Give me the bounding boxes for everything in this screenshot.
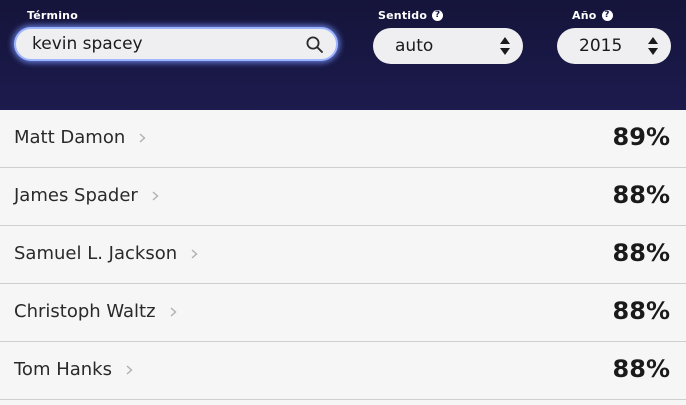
chevron-right-icon [170,306,177,317]
help-icon[interactable]: ? [601,10,613,21]
similarity-score: 88% [612,355,670,383]
result-row[interactable]: Tom Hanks 88% [0,342,686,400]
search-header: Término Sentido ? auto Año ? 2015 [0,0,686,110]
result-row[interactable]: James Spader 88% [0,168,686,226]
chevron-right-icon [191,248,198,259]
search-input[interactable] [16,29,302,59]
year-label: Año ? [572,9,613,22]
direction-select[interactable]: auto [373,28,523,64]
search-box[interactable] [14,27,338,61]
help-icon[interactable]: ? [432,10,444,21]
year-select-value: 2015 [579,36,623,56]
actor-name: Tom Hanks [14,359,112,380]
year-select[interactable]: 2015 [557,28,671,64]
actor-name: Samuel L. Jackson [14,243,178,264]
chevron-right-icon [152,190,159,201]
direction-label: Sentido ? [378,9,444,22]
result-row[interactable]: Matt Damon 89% [0,110,686,168]
results-list: Matt Damon 89% James Spader 88% Samuel L… [0,110,686,400]
result-row[interactable]: Christoph Waltz 88% [0,284,686,342]
similarity-score: 88% [612,297,670,325]
similarity-score: 88% [612,239,670,267]
direction-select-value: auto [395,36,434,56]
up-down-arrows-icon [500,37,510,55]
similarity-score: 89% [612,123,670,151]
similarity-score: 88% [612,181,670,209]
search-icon[interactable] [305,35,325,55]
chevron-right-icon [139,132,146,143]
actor-name: Matt Damon [14,127,126,148]
up-down-arrows-icon [648,37,658,55]
chevron-right-icon [126,364,133,375]
search-term-label: Término [27,9,78,22]
result-row[interactable]: Samuel L. Jackson 88% [0,226,686,284]
actor-name: Christoph Waltz [14,301,156,322]
actor-name: James Spader [14,185,138,206]
